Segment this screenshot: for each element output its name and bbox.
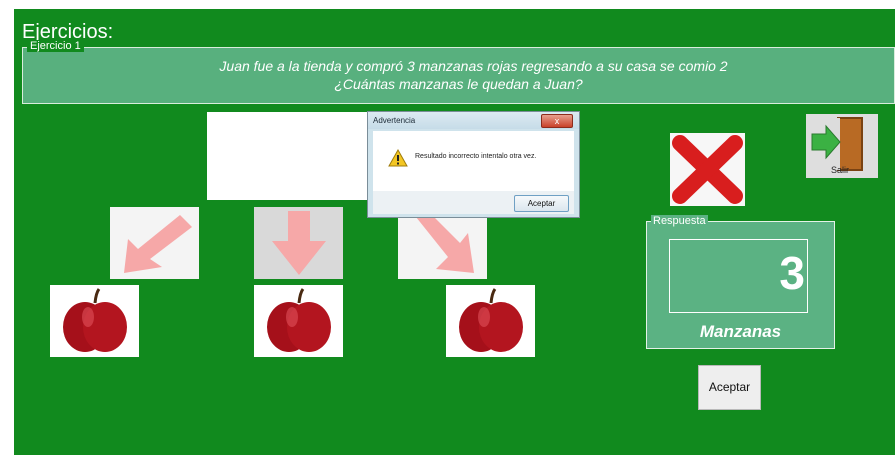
dialog-message: Resultado incorrecto intentalo otra vez.: [415, 153, 537, 160]
answer-drop-area[interactable]: [207, 112, 369, 200]
arrow-down-left-icon: [124, 215, 192, 273]
apple-tile: [254, 285, 343, 357]
arrow-down-left-tile: [110, 207, 199, 279]
close-x-icon: [672, 135, 743, 204]
exit-button[interactable]: Salir: [806, 114, 878, 178]
exercise-legend: Ejercicio 1: [27, 40, 84, 52]
apple-tile: [446, 285, 535, 357]
apple-icon: [63, 288, 127, 352]
dialog-title: Advertencia: [373, 116, 416, 125]
dialog-close-button[interactable]: x: [541, 114, 573, 128]
answer-display: 3: [669, 239, 808, 313]
apple-icon: [267, 288, 331, 352]
exit-label: Salir: [831, 165, 850, 175]
incorrect-mark-tile: [670, 133, 745, 206]
arrow-down-tile: [254, 207, 343, 279]
answer-value: 3: [779, 247, 805, 299]
answer-legend: Respuesta: [651, 215, 708, 227]
apple-tile: [50, 285, 139, 357]
exercise-group: Ejercicio 1 Juan fue a la tienda y compr…: [22, 40, 895, 104]
accept-button[interactable]: Aceptar: [698, 365, 761, 410]
app-window: Ejercicios: Ejercicio 1 Juan fue a la ti…: [14, 9, 895, 455]
dialog-body: Resultado incorrecto intentalo otra vez.: [373, 131, 574, 191]
question-line-2: ¿Cuántas manzanas le quedan a Juan?: [334, 76, 583, 92]
warning-icon: [388, 149, 408, 167]
answer-unit: Manzanas: [699, 322, 782, 341]
dialog-ok-button[interactable]: Aceptar: [514, 195, 569, 212]
warning-dialog: Advertencia x Resultado incorrecto inten…: [367, 111, 580, 218]
arrow-down-icon: [272, 211, 326, 275]
question-line-1: Juan fue a la tienda y compró 3 manzanas…: [219, 58, 728, 74]
dialog-titlebar[interactable]: Advertencia x: [368, 112, 579, 129]
answer-group: Respuesta 3 Manzanas: [646, 215, 835, 349]
apple-icon: [459, 288, 523, 352]
